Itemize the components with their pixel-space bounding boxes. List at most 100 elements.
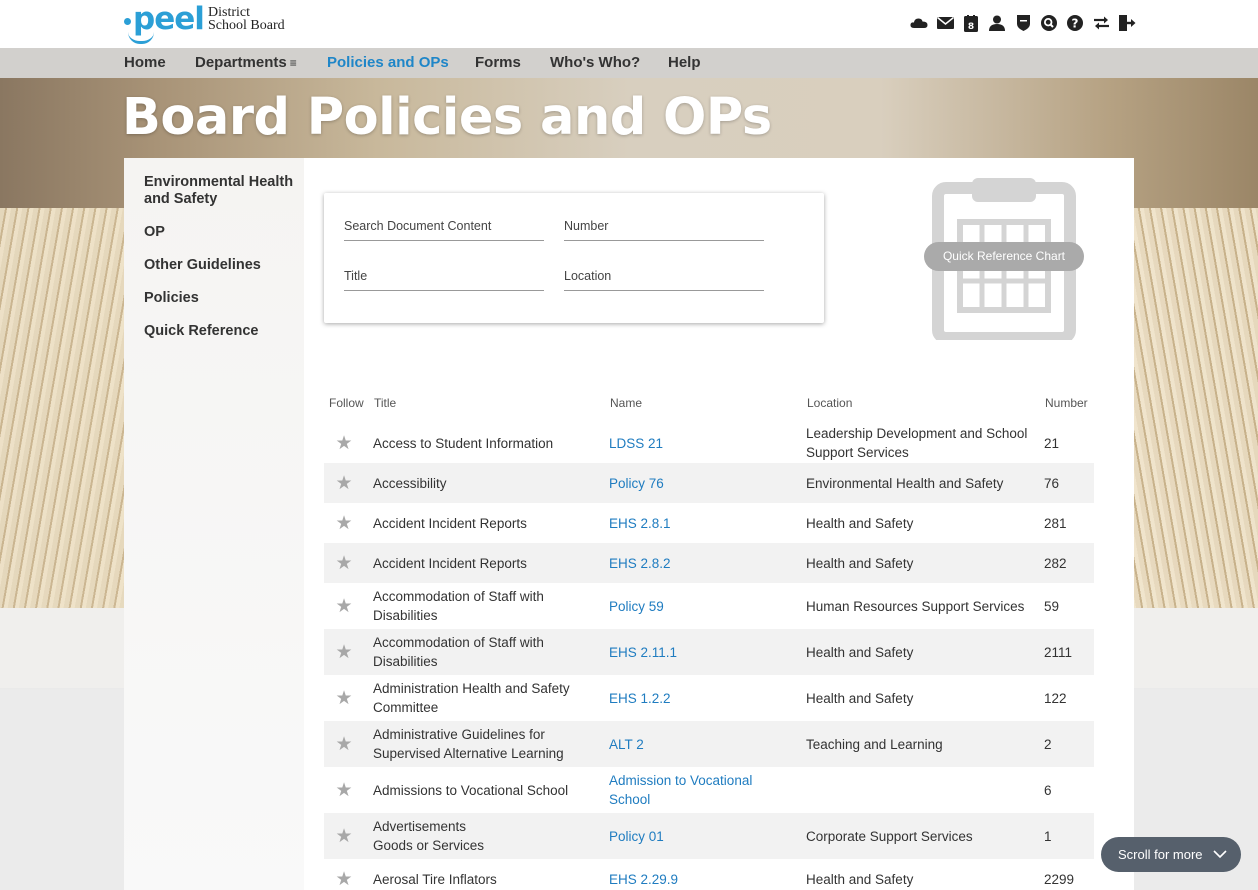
calendar-icon[interactable]: 8 xyxy=(960,12,982,34)
row-location: Health and Safety xyxy=(806,515,914,531)
user-icon[interactable] xyxy=(986,12,1008,34)
table-row[interactable]: ★ Accident Incident Reports EHS 2.8.1 He… xyxy=(324,503,1094,543)
follow-star-icon[interactable]: ★ xyxy=(334,675,354,721)
row-name-link[interactable]: ALT 2 xyxy=(609,721,789,767)
table-row[interactable]: ★ Accommodation of Staff with Disabiliti… xyxy=(324,583,1094,629)
nav-departments[interactable]: Departments ≡ xyxy=(195,54,297,71)
row-number: 281 xyxy=(1044,515,1067,531)
header-name[interactable]: Name xyxy=(610,396,642,410)
follow-star-icon[interactable]: ★ xyxy=(334,503,354,543)
row-number: 59 xyxy=(1044,598,1060,614)
follow-star-icon[interactable]: ★ xyxy=(334,813,354,859)
logo-board-name: District School Board xyxy=(208,6,285,33)
sidebar-item-other-guidelines[interactable]: Other Guidelines xyxy=(144,257,302,274)
logo-dot xyxy=(124,18,131,25)
sidebar-item-policies[interactable]: Policies xyxy=(144,290,302,307)
logout-icon[interactable] xyxy=(1116,12,1138,34)
row-title: Administration Health and Safety Committ… xyxy=(373,681,570,715)
table-row[interactable]: ★ Administrative Guidelines for Supervis… xyxy=(324,721,1094,767)
table-row[interactable]: ★ Advertisements Goods or Services Polic… xyxy=(324,813,1094,859)
row-title: Administrative Guidelines for Supervised… xyxy=(373,727,564,761)
number-field xyxy=(564,217,764,241)
row-number: 122 xyxy=(1044,690,1067,706)
row-title: Admissions to Vocational School xyxy=(373,782,569,798)
row-name-link[interactable]: Policy 59 xyxy=(609,583,789,629)
follow-star-icon[interactable]: ★ xyxy=(334,767,354,813)
row-number: 76 xyxy=(1044,475,1060,491)
logo-board-line2: School Board xyxy=(208,18,285,33)
mail-icon[interactable] xyxy=(934,12,956,34)
header-number[interactable]: Number xyxy=(1045,396,1088,410)
header-location[interactable]: Location xyxy=(807,396,852,410)
table-row[interactable]: ★ Admissions to Vocational School Admiss… xyxy=(324,767,1094,813)
follow-star-icon[interactable]: ★ xyxy=(334,859,354,890)
table-row[interactable]: ★ Administration Health and Safety Commi… xyxy=(324,675,1094,721)
title-input[interactable] xyxy=(344,267,544,283)
location-input[interactable] xyxy=(564,267,764,283)
row-name-link[interactable]: EHS 2.8.2 xyxy=(609,543,789,583)
header-title[interactable]: Title xyxy=(374,396,396,410)
calendar-day: 8 xyxy=(968,22,974,32)
switch-icon[interactable] xyxy=(1090,12,1112,34)
follow-star-icon[interactable]: ★ xyxy=(334,629,354,675)
row-number: 1 xyxy=(1044,828,1052,844)
table-row[interactable]: ★ Aerosal Tire Inflators EHS 2.29.9 Heal… xyxy=(324,859,1094,890)
chevron-down-icon xyxy=(1213,847,1227,864)
row-name-link[interactable]: Admission to Vocational School xyxy=(609,767,789,813)
row-number: 21 xyxy=(1044,435,1060,451)
row-name-link[interactable]: EHS 2.8.1 xyxy=(609,503,789,543)
row-name-link[interactable]: Policy 01 xyxy=(609,813,789,859)
follow-star-icon[interactable]: ★ xyxy=(334,721,354,767)
sidebar-item-op[interactable]: OP xyxy=(144,224,302,241)
page-title: Board Policies and OPs xyxy=(122,88,772,147)
table-row[interactable]: ★ Accommodation of Staff with Disabiliti… xyxy=(324,629,1094,675)
policies-table: Follow Title Name Location Number ★ Acce… xyxy=(324,393,1094,890)
sidebar-item-environmental-health[interactable]: Environmental Health and Safety xyxy=(144,174,302,208)
nav-policies[interactable]: Policies and OPs xyxy=(327,54,449,71)
help-icon[interactable]: ? xyxy=(1064,12,1086,34)
row-name-link[interactable]: Policy 76 xyxy=(609,463,789,503)
row-name-link[interactable]: EHS 2.29.9 xyxy=(609,859,789,890)
row-location: Leadership Development and School Suppor… xyxy=(806,426,1028,460)
table-row[interactable]: ★ Accident Incident Reports EHS 2.8.2 He… xyxy=(324,543,1094,583)
svg-text:?: ? xyxy=(1072,17,1079,31)
logo-smile xyxy=(128,32,154,44)
row-name-link[interactable]: EHS 1.2.2 xyxy=(609,675,789,721)
nav-whos-who[interactable]: Who's Who? xyxy=(550,54,640,71)
hero-shelf-right xyxy=(1132,608,1258,688)
row-location: Health and Safety xyxy=(806,690,914,706)
row-name-link[interactable]: LDSS 21 xyxy=(609,423,789,463)
scroll-for-more-button[interactable]: Scroll for more xyxy=(1101,837,1241,872)
nav-home[interactable]: Home xyxy=(124,54,166,71)
row-location: Human Resources Support Services xyxy=(806,598,1025,614)
table-row[interactable]: ★ Access to Student Information LDSS 21 … xyxy=(324,423,1094,463)
cloud-icon[interactable] xyxy=(908,12,930,34)
follow-star-icon[interactable]: ★ xyxy=(334,463,354,503)
row-title: Accessibility xyxy=(373,475,447,491)
number-input[interactable] xyxy=(564,217,764,233)
header-follow[interactable]: Follow xyxy=(329,396,364,410)
menu-icon: ≡ xyxy=(289,56,297,70)
sidebar-item-quick-reference[interactable]: Quick Reference xyxy=(144,323,302,340)
row-name-link[interactable]: EHS 2.11.1 xyxy=(609,629,789,675)
row-location xyxy=(806,767,1036,813)
table-row[interactable]: ★ Accessibility Policy 76 Environmental … xyxy=(324,463,1094,503)
nav-help[interactable]: Help xyxy=(668,54,701,71)
shield-icon[interactable] xyxy=(1012,12,1034,34)
search-icon[interactable] xyxy=(1038,12,1060,34)
peel-logo[interactable]: peel District School Board xyxy=(124,1,304,44)
row-location: Health and Safety xyxy=(806,644,914,660)
row-title: Access to Student Information xyxy=(373,435,554,451)
row-number: 2299 xyxy=(1044,871,1075,887)
nav-forms[interactable]: Forms xyxy=(475,54,521,71)
hero-files-right xyxy=(1132,208,1258,648)
follow-star-icon[interactable]: ★ xyxy=(334,543,354,583)
title-field xyxy=(344,267,544,291)
follow-star-icon[interactable]: ★ xyxy=(334,583,354,629)
row-location: Teaching and Learning xyxy=(806,736,943,752)
top-bar: peel District School Board 8 ? xyxy=(0,0,1258,48)
hero-files-left xyxy=(0,208,130,648)
quick-reference-chart-button[interactable]: Quick Reference Chart xyxy=(924,242,1084,271)
content-search-input[interactable] xyxy=(344,217,544,233)
follow-star-icon[interactable]: ★ xyxy=(334,423,354,463)
